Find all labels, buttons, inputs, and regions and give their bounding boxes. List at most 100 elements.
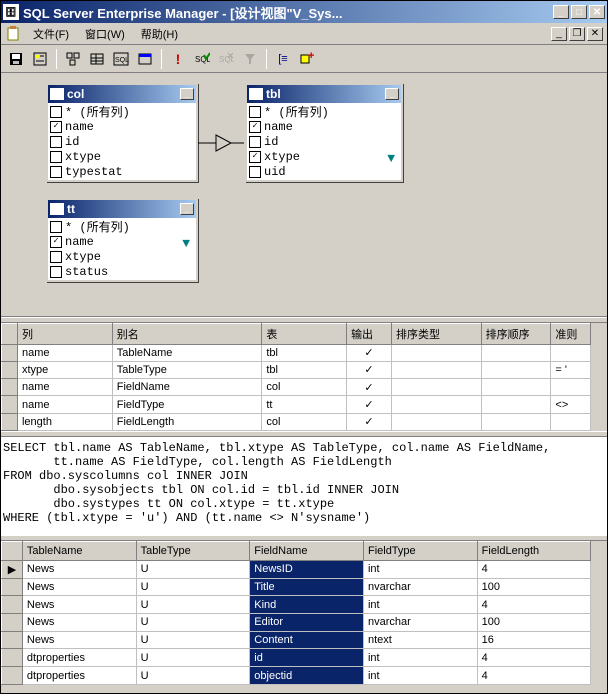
field-checkbox[interactable] xyxy=(249,166,261,178)
result-cell[interactable]: U xyxy=(136,667,250,685)
result-cell[interactable]: News xyxy=(22,613,136,631)
result-header[interactable]: FieldName xyxy=(250,542,364,561)
doc-icon[interactable] xyxy=(5,25,23,43)
diagram-pane[interactable]: col_ * (所有列)✓nameidxtypetypestat tbl_ ▼*… xyxy=(1,73,607,317)
result-cell[interactable]: dtproperties xyxy=(22,667,136,685)
grid-cell[interactable]: FieldName xyxy=(112,379,262,396)
result-cell[interactable]: 16 xyxy=(477,631,591,649)
grid-pane-icon[interactable] xyxy=(86,48,108,70)
result-cell[interactable]: News xyxy=(22,596,136,614)
result-cell[interactable]: Kind xyxy=(250,596,364,614)
mdi-restore-button[interactable]: ❐ xyxy=(569,27,585,41)
result-row[interactable]: dtpropertiesUidint4 xyxy=(2,649,591,667)
field-row[interactable]: id xyxy=(247,134,401,149)
grid-cell[interactable] xyxy=(481,413,551,430)
result-row[interactable]: NewsUContentntext16 xyxy=(2,631,591,649)
output-checkbox[interactable]: ✓ xyxy=(347,361,392,378)
field-checkbox[interactable] xyxy=(249,136,261,148)
result-cell[interactable]: News xyxy=(22,560,136,578)
add-table-icon[interactable]: + xyxy=(296,48,318,70)
result-row[interactable]: NewsUKindint4 xyxy=(2,596,591,614)
result-header[interactable]: FieldLength xyxy=(477,542,591,561)
result-cell[interactable]: id xyxy=(250,649,364,667)
result-cell[interactable]: int xyxy=(363,560,477,578)
results-pane[interactable]: TableNameTableTypeFieldNameFieldTypeFiel… xyxy=(1,541,607,685)
result-cell[interactable]: 4 xyxy=(477,649,591,667)
grid-header[interactable]: 排序顺序 xyxy=(481,324,551,345)
grid-cell[interactable] xyxy=(551,413,591,430)
result-cell[interactable]: U xyxy=(136,613,250,631)
verify-sql-icon[interactable]: SQL xyxy=(191,48,213,70)
properties-icon[interactable] xyxy=(29,48,51,70)
field-checkbox[interactable]: ✓ xyxy=(50,236,62,248)
result-header[interactable]: FieldType xyxy=(363,542,477,561)
field-checkbox[interactable] xyxy=(50,221,62,233)
result-cell[interactable]: U xyxy=(136,560,250,578)
field-row[interactable]: id xyxy=(48,134,196,149)
field-checkbox[interactable] xyxy=(50,166,62,178)
table-window-tbl[interactable]: tbl_ ▼* (所有列)✓nameid✓xtypeuid xyxy=(245,83,403,182)
result-row[interactable]: dtpropertiesUobjectidint4 xyxy=(2,667,591,685)
field-checkbox[interactable] xyxy=(50,106,62,118)
table-minimize-icon[interactable]: _ xyxy=(385,88,399,100)
result-cell[interactable]: News xyxy=(22,631,136,649)
diagram-pane-icon[interactable] xyxy=(62,48,84,70)
scrollbar[interactable] xyxy=(591,541,607,685)
field-row[interactable]: ✓name xyxy=(48,234,196,249)
row-selector[interactable] xyxy=(2,596,23,614)
grid-row[interactable]: nameTableNametbl✓ xyxy=(2,344,591,361)
grid-header[interactable]: 输出 xyxy=(347,324,392,345)
table-window-col[interactable]: col_ * (所有列)✓nameidxtypetypestat xyxy=(46,83,198,182)
field-row[interactable]: xtype xyxy=(48,149,196,164)
row-selector[interactable] xyxy=(2,613,23,631)
row-selector[interactable] xyxy=(2,578,23,596)
field-row[interactable]: ✓xtype xyxy=(247,149,401,164)
result-cell[interactable]: nvarchar xyxy=(363,613,477,631)
grid-header[interactable]: 准则 xyxy=(551,324,591,345)
grid-cell[interactable]: length xyxy=(17,413,112,430)
result-row[interactable]: NewsUTitlenvarchar100 xyxy=(2,578,591,596)
grid-header[interactable]: 列 xyxy=(17,324,112,345)
grid-cell[interactable] xyxy=(551,379,591,396)
row-selector[interactable]: ▶ xyxy=(2,560,23,578)
save-icon[interactable] xyxy=(5,48,27,70)
output-checkbox[interactable]: ✓ xyxy=(347,396,392,413)
result-cell[interactable]: 4 xyxy=(477,596,591,614)
maximize-button[interactable]: □ xyxy=(571,5,587,19)
output-checkbox[interactable]: ✓ xyxy=(347,344,392,361)
grid-cell[interactable] xyxy=(391,396,481,413)
grid-cell[interactable] xyxy=(391,344,481,361)
field-checkbox[interactable]: ✓ xyxy=(249,121,261,133)
results-pane-icon[interactable] xyxy=(134,48,156,70)
result-cell[interactable]: U xyxy=(136,631,250,649)
result-header[interactable]: TableName xyxy=(22,542,136,561)
output-checkbox[interactable]: ✓ xyxy=(347,413,392,430)
grid-cell[interactable] xyxy=(481,344,551,361)
results-grid[interactable]: TableNameTableTypeFieldNameFieldTypeFiel… xyxy=(1,541,591,685)
grid-cell[interactable]: col xyxy=(262,413,347,430)
menu-file[interactable]: 文件(F) xyxy=(27,24,75,44)
grid-header[interactable]: 表 xyxy=(262,324,347,345)
mdi-close-button[interactable]: ✕ xyxy=(587,27,603,41)
grid-row[interactable]: lengthFieldLengthcol✓ xyxy=(2,413,591,430)
result-cell[interactable]: U xyxy=(136,596,250,614)
row-selector[interactable] xyxy=(2,649,23,667)
field-row[interactable]: xtype xyxy=(48,249,196,264)
table-window-tt[interactable]: tt_ ▼* (所有列)✓namextypestatus xyxy=(46,198,198,282)
criteria-grid-pane[interactable]: 列别名表输出排序类型排序顺序准则 nameTableNametbl✓ xtype… xyxy=(1,323,607,431)
grid-cell[interactable]: name xyxy=(17,396,112,413)
group-by-icon[interactable]: [≡ xyxy=(272,48,294,70)
result-cell[interactable]: Content xyxy=(250,631,364,649)
minimize-button[interactable]: _ xyxy=(553,5,569,19)
grid-cell[interactable]: col xyxy=(262,379,347,396)
remove-filter-icon[interactable] xyxy=(239,48,261,70)
grid-row[interactable]: xtypeTableTypetbl✓= ' xyxy=(2,361,591,378)
mdi-minimize-button[interactable]: _ xyxy=(551,27,567,41)
grid-row[interactable]: nameFieldNamecol✓ xyxy=(2,379,591,396)
grid-row[interactable]: nameFieldTypett✓<> xyxy=(2,396,591,413)
grid-cell[interactable]: FieldType xyxy=(112,396,262,413)
result-cell[interactable]: ntext xyxy=(363,631,477,649)
result-cell[interactable]: U xyxy=(136,578,250,596)
row-selector[interactable] xyxy=(2,631,23,649)
result-cell[interactable]: objectid xyxy=(250,667,364,685)
